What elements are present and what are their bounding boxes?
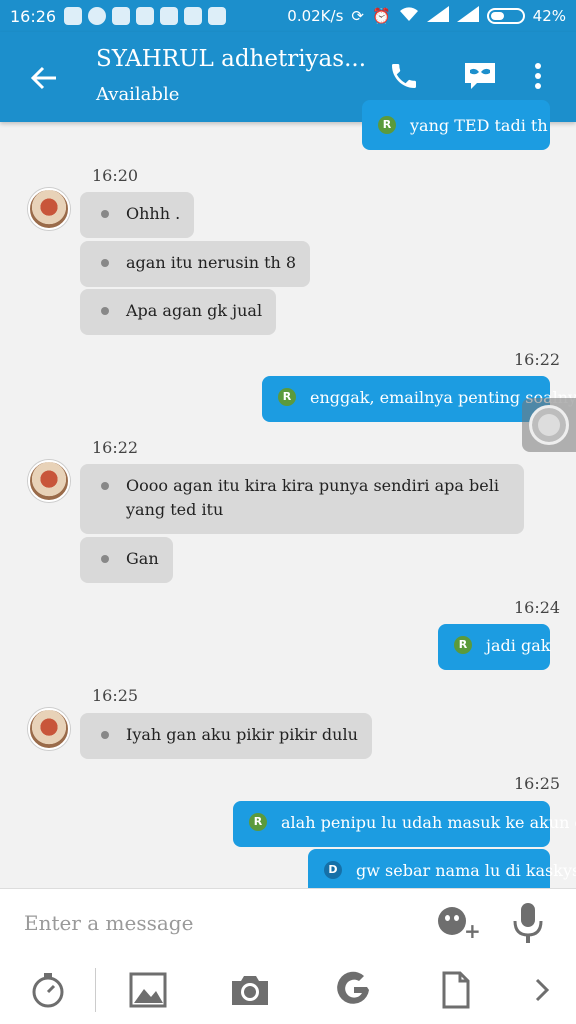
analytics-icon	[112, 7, 131, 25]
message-text: gw sebar nama lu di kaskys	[356, 861, 576, 880]
incoming-message[interactable]: Ohhh .	[80, 192, 195, 238]
outgoing-message[interactable]: R jadi gak	[438, 624, 550, 670]
sync-app-icon	[184, 7, 203, 25]
message-text: yang TED tadi th 8	[410, 116, 550, 135]
incoming-message[interactable]: Gan	[80, 537, 173, 583]
signal-icon	[426, 6, 449, 26]
incoming-message[interactable]: Apa agan gk jual	[80, 289, 277, 335]
image-icon[interactable]	[126, 968, 170, 1012]
contact-name[interactable]: SYAHRUL adhetriyas...	[96, 46, 366, 72]
bbm-icon	[64, 7, 83, 25]
battery-percent: 42%	[532, 7, 566, 25]
play-store-icon	[136, 7, 155, 25]
wechat-icon	[160, 7, 179, 25]
floating-assistant-handle[interactable]	[522, 398, 576, 452]
status-bar: 16:26 0.02K/s ⟳ ⏰ 42%	[0, 0, 576, 32]
avatar[interactable]	[28, 188, 70, 230]
incoming-message[interactable]: Oooo agan itu kira kira punya sendiri ap…	[80, 464, 524, 534]
alarm-icon: ⏰	[371, 7, 391, 25]
badge-r: R	[278, 388, 296, 406]
timestamp: 16:25	[514, 774, 561, 793]
file-icon[interactable]	[434, 968, 478, 1012]
wifi-icon	[399, 6, 419, 26]
emoji-add-icon[interactable]: +	[436, 903, 481, 943]
mask-card-icon[interactable]	[460, 56, 500, 96]
avatar[interactable]	[28, 460, 70, 502]
google-icon[interactable]	[332, 968, 376, 1012]
mic-icon[interactable]	[510, 901, 546, 945]
badge-r: R	[378, 116, 396, 134]
cloud-icon	[208, 7, 227, 25]
message-composer: +	[0, 888, 576, 956]
badge-r: R	[454, 636, 472, 654]
outgoing-message[interactable]: D gw sebar nama lu di kaskys	[308, 849, 576, 893]
chevron-right-icon[interactable]	[520, 968, 564, 1012]
timestamp: 16:24	[514, 598, 561, 617]
incoming-message[interactable]: agan itu nerusin th 8	[80, 241, 311, 287]
signal-icon-2	[456, 6, 479, 26]
timestamp: 16:20	[92, 166, 139, 185]
timestamp: 16:22	[92, 438, 139, 457]
attachment-toolbar	[0, 956, 576, 1024]
status-time: 16:26	[10, 6, 57, 26]
message-text: jadi gak	[486, 636, 551, 655]
badge-d: D	[324, 861, 342, 879]
battery-icon	[486, 8, 525, 24]
badge-r: R	[249, 813, 267, 831]
timer-icon[interactable]	[26, 968, 70, 1012]
outgoing-message[interactable]: R enggak, emailnya penting soalnya	[262, 376, 576, 422]
back-arrow-icon[interactable]	[26, 60, 62, 96]
camera-icon[interactable]	[228, 968, 272, 1012]
phone-icon[interactable]	[384, 56, 424, 96]
notification-icons	[64, 7, 227, 25]
outgoing-message[interactable]: R yang TED tadi th 8	[362, 100, 550, 150]
toolbar-divider	[95, 968, 96, 1012]
message-input[interactable]	[24, 903, 404, 943]
more-vert-icon[interactable]	[522, 56, 554, 96]
incoming-message[interactable]: Iyah gan aku pikir pikir dulu	[80, 713, 372, 759]
timestamp: 16:25	[92, 686, 139, 705]
app-icon	[88, 7, 107, 25]
sync-icon: ⟳	[351, 7, 364, 25]
timestamp: 16:22	[514, 350, 561, 369]
outgoing-message[interactable]: R alah penipu lu udah masuk ke akun gw	[233, 801, 576, 847]
avatar[interactable]	[28, 708, 70, 750]
contact-status: Available	[96, 84, 180, 105]
network-speed: 0.02K/s	[287, 7, 344, 25]
message-text: alah penipu lu udah masuk ke akun gw	[281, 813, 576, 832]
